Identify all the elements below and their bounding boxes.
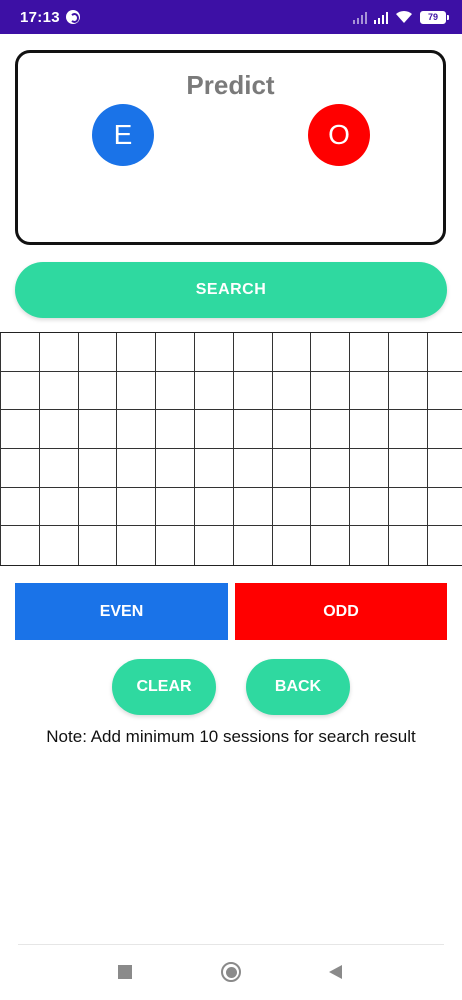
clear-button[interactable]: CLEAR [112,659,216,715]
grid-cell [38,487,78,527]
back-icon[interactable] [329,965,342,979]
grid-cell [38,371,78,411]
status-icons: 79 [353,10,449,24]
grid-cell [155,371,194,411]
wifi-icon [396,10,412,23]
grid-cell [232,449,272,488]
grid-cell [271,449,311,488]
grid-cell [232,371,272,411]
grid-cell [0,333,39,372]
grid-cell [310,487,350,527]
status-time: 17:13 [20,8,60,26]
grid-cell [116,333,156,372]
grid-cell [271,410,311,449]
grid-cell [349,449,388,488]
grid-cell [426,526,462,565]
grid-cell [155,449,194,488]
grid-cell [155,526,194,565]
grid-cell [426,487,462,527]
navigation-bar [0,945,462,1000]
grid-cell [349,371,388,411]
session-grid [0,332,462,566]
grid-cell [77,449,117,488]
app-notification-icon [65,10,80,24]
status-bar: 17:13 79 [0,0,462,34]
odd-button[interactable]: ODD [235,583,447,640]
grid-cell [116,487,156,527]
grid-cell [387,449,427,488]
battery-icon: 79 [420,10,449,24]
home-icon[interactable] [221,962,241,982]
back-button[interactable]: BACK [246,659,350,715]
grid-cell [193,487,233,527]
grid-cell [193,410,233,449]
grid-cell [0,487,39,527]
grid-cell [387,371,427,411]
grid-cell [193,371,233,411]
grid-cell [387,333,427,372]
grid-cell [310,333,350,372]
grid-cell [310,449,350,488]
grid-cell [193,449,233,488]
signal-weak-icon [353,11,367,24]
note-text: Note: Add minimum 10 sessions for search… [46,727,416,746]
grid-cell [0,371,39,411]
odd-prediction-indicator: O [308,104,370,166]
grid-cell [310,410,350,449]
grid-cell [232,333,272,372]
recents-icon[interactable] [118,965,132,979]
grid-cell [77,333,117,372]
grid-cell [77,526,117,565]
grid-cell [116,526,155,565]
grid-cell [116,410,156,449]
grid-cell [232,526,272,565]
grid-cell [38,526,78,565]
grid-cell [426,371,462,411]
grid-cell [38,410,78,449]
grid-cell [77,410,117,449]
grid-cell [271,487,311,527]
grid-cell [426,449,462,488]
grid-cell [155,410,194,449]
grid-cell [232,487,272,527]
grid-cell [38,333,78,372]
grid-cell [387,487,427,527]
grid-cell [271,371,311,411]
predict-title: Predict [186,70,275,100]
even-button[interactable]: EVEN [15,583,228,640]
grid-cell [77,487,117,527]
grid-cell [77,371,117,411]
grid-cell [387,526,427,565]
even-prediction-indicator: E [92,104,154,166]
grid-cell [349,526,388,565]
grid-cell [310,371,350,411]
grid-cell [387,410,427,449]
grid-cell [349,487,388,527]
grid-cell [116,371,156,411]
grid-cell [310,526,349,565]
grid-cell [116,449,156,488]
grid-cell [193,526,233,565]
grid-cell [155,487,194,527]
grid-cell [349,333,388,372]
grid-cell [155,333,194,372]
grid-cell [271,526,311,565]
grid-cell [271,333,311,372]
battery-level: 79 [427,12,438,22]
grid-cell [349,410,388,449]
search-button[interactable]: SEARCH [15,262,447,318]
grid-cell [0,449,39,488]
grid-cell [426,333,462,372]
grid-cell [193,333,233,372]
grid-cell [426,410,462,449]
grid-cell [38,449,78,488]
grid-cell [0,410,39,449]
predict-card: Predict E O [15,50,446,245]
grid-cell [232,410,272,449]
signal-icon [374,11,388,24]
grid-cell [0,526,39,565]
